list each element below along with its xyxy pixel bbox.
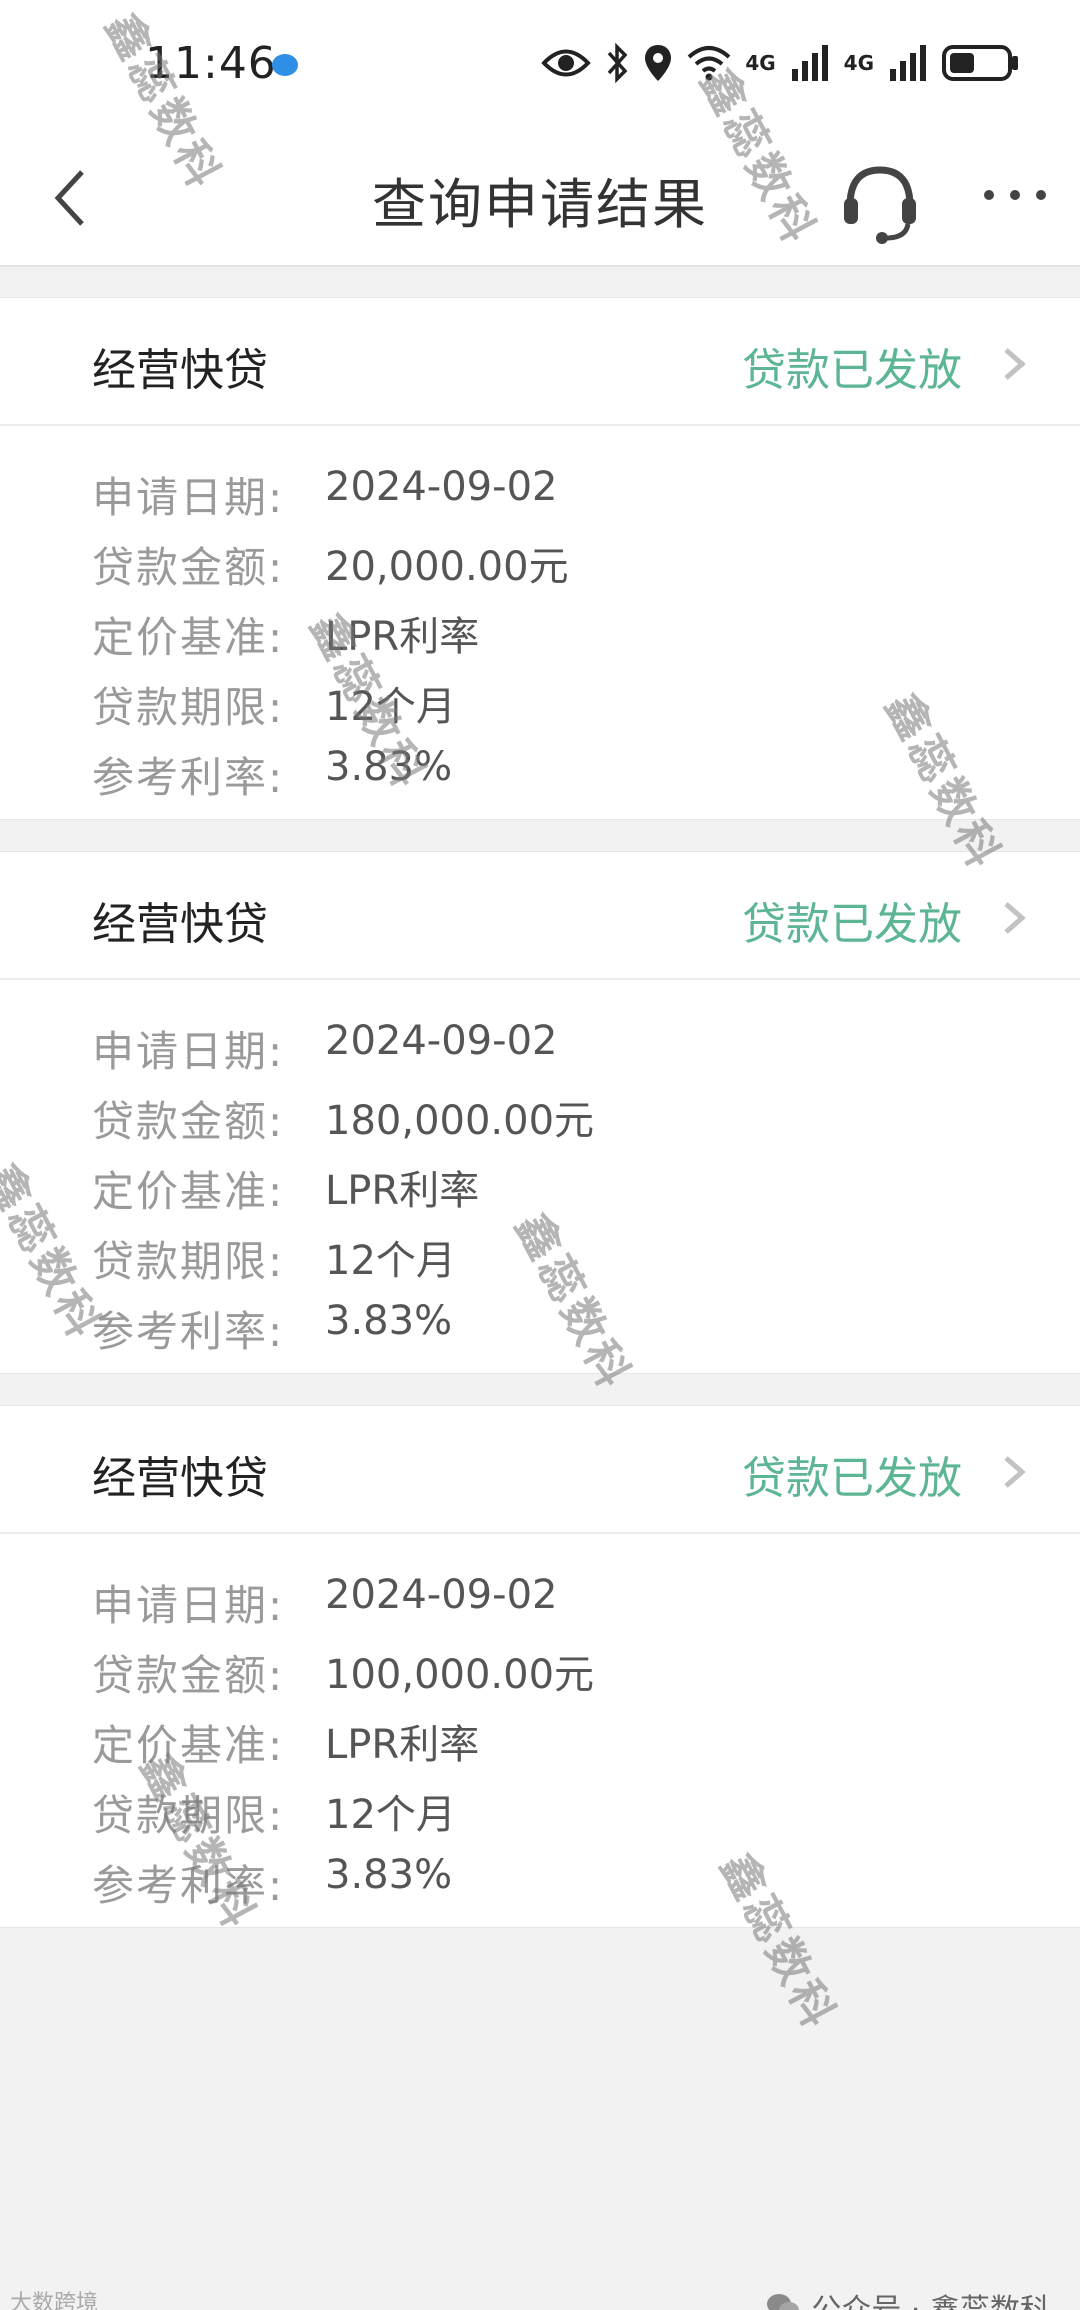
- detail-row-apply-date: 申请日期: 2024-09-02: [0, 1008, 1080, 1078]
- battery-icon: [942, 45, 1018, 81]
- detail-value: LPR利率: [325, 614, 480, 660]
- detail-value: 180,000.00元: [325, 1098, 595, 1144]
- detail-row-apply-date: 申请日期: 2024-09-02: [0, 454, 1080, 524]
- loan-status: 贷款已发放: [742, 345, 962, 396]
- detail-value: 3.83%: [325, 1298, 453, 1344]
- detail-value: 12个月: [325, 1792, 456, 1838]
- divider: [0, 265, 1080, 267]
- loan-card: 经营快贷 贷款已发放 申请日期: 2024-09-02 贷款金额: 180,00…: [0, 851, 1080, 1374]
- detail-row-amount: 贷款金额: 100,000.00元: [0, 1632, 1080, 1702]
- loan-card: 经营快贷 贷款已发放 申请日期: 2024-09-02 贷款金额: 20,000…: [0, 297, 1080, 820]
- detail-label: 贷款金额:: [92, 1097, 285, 1146]
- loan-card-header[interactable]: 经营快贷 贷款已发放: [0, 298, 1080, 426]
- status-bar: 11:46 4G 4G: [0, 0, 1080, 130]
- detail-value: 3.83%: [325, 744, 453, 790]
- detail-row-pricing: 定价基准: LPR利率: [0, 594, 1080, 664]
- detail-row-pricing: 定价基准: LPR利率: [0, 1148, 1080, 1218]
- detail-row-rate: 参考利率: 3.83%: [0, 1288, 1080, 1358]
- detail-row-rate: 参考利率: 3.83%: [0, 1842, 1080, 1912]
- detail-value: 12个月: [325, 1238, 456, 1284]
- bluetooth-icon: [608, 43, 628, 83]
- detail-row-rate: 参考利率: 3.83%: [0, 734, 1080, 804]
- nav-bar: 查询申请结果: [0, 130, 1080, 265]
- loan-product-name: 经营快贷: [92, 1453, 268, 1504]
- detail-row-pricing: 定价基准: LPR利率: [0, 1702, 1080, 1772]
- detail-label: 参考利率:: [92, 1307, 285, 1356]
- detail-label: 贷款期限:: [92, 1791, 285, 1840]
- customer-service-icon[interactable]: [840, 158, 920, 248]
- detail-value: 2024-09-02: [325, 1018, 558, 1064]
- message-notification-icon: [272, 54, 298, 76]
- detail-label: 申请日期:: [92, 1027, 285, 1076]
- detail-value: 2024-09-02: [325, 1572, 558, 1618]
- status-time: 11:46: [145, 38, 277, 89]
- wechat-icon: [767, 2294, 800, 2310]
- detail-label: 贷款金额:: [92, 1651, 285, 1700]
- detail-label: 贷款金额:: [92, 543, 285, 592]
- detail-value: 12个月: [325, 684, 456, 730]
- chevron-right-icon: [1004, 348, 1026, 380]
- detail-label: 申请日期:: [92, 1581, 285, 1630]
- loan-product-name: 经营快贷: [92, 345, 268, 396]
- detail-value: LPR利率: [325, 1168, 480, 1214]
- detail-row-amount: 贷款金额: 20,000.00元: [0, 524, 1080, 594]
- loan-card-header[interactable]: 经营快贷 贷款已发放: [0, 852, 1080, 980]
- detail-label: 定价基准:: [92, 613, 285, 662]
- loan-card: 经营快贷 贷款已发放 申请日期: 2024-09-02 贷款金额: 100,00…: [0, 1405, 1080, 1928]
- loan-status: 贷款已发放: [742, 1453, 962, 1504]
- loan-product-name: 经营快贷: [92, 899, 268, 950]
- signal-icon: [791, 45, 828, 81]
- detail-value: LPR利率: [325, 1722, 480, 1768]
- wifi-icon: [687, 46, 731, 81]
- footer-brand-text: 公众号 · 鑫蕊数科: [811, 2285, 1050, 2310]
- detail-value: 20,000.00元: [325, 544, 569, 590]
- chevron-right-icon: [1004, 902, 1026, 934]
- detail-label: 贷款期限:: [92, 683, 285, 732]
- eye-icon: [541, 49, 592, 77]
- detail-value: 3.83%: [325, 1852, 453, 1898]
- detail-row-term: 贷款期限: 12个月: [0, 1218, 1080, 1288]
- network-type-1: 4G: [745, 51, 776, 75]
- location-icon: [645, 45, 672, 81]
- detail-value: 2024-09-02: [325, 464, 558, 510]
- detail-row-apply-date: 申请日期: 2024-09-02: [0, 1562, 1080, 1632]
- more-icon[interactable]: [975, 170, 1055, 220]
- status-icons: 4G 4G: [541, 38, 1020, 88]
- detail-row-term: 贷款期限: 12个月: [0, 1772, 1080, 1842]
- detail-label: 定价基准:: [92, 1167, 285, 1216]
- loan-card-details: 申请日期: 2024-09-02 贷款金额: 20,000.00元 定价基准: …: [0, 426, 1080, 819]
- detail-label: 定价基准:: [92, 1721, 285, 1770]
- loan-card-details: 申请日期: 2024-09-02 贷款金额: 100,000.00元 定价基准:…: [0, 1534, 1080, 1927]
- footer-source-label: 大数跨境: [10, 2291, 99, 2310]
- detail-label: 申请日期:: [92, 473, 285, 522]
- detail-label: 贷款期限:: [92, 1237, 285, 1286]
- loan-card-details: 申请日期: 2024-09-02 贷款金额: 180,000.00元 定价基准:…: [0, 980, 1080, 1373]
- footer-brand: 公众号 · 鑫蕊数科: [765, 2285, 1050, 2310]
- loan-card-header[interactable]: 经营快贷 贷款已发放: [0, 1406, 1080, 1534]
- detail-label: 参考利率:: [92, 1861, 285, 1910]
- signal-icon-2: [890, 45, 926, 81]
- detail-row-amount: 贷款金额: 180,000.00元: [0, 1078, 1080, 1148]
- chevron-right-icon: [1004, 1456, 1026, 1488]
- detail-row-term: 贷款期限: 12个月: [0, 664, 1080, 734]
- loan-status: 贷款已发放: [742, 899, 962, 950]
- network-type-2: 4G: [843, 51, 874, 75]
- detail-label: 参考利率:: [92, 753, 285, 802]
- detail-value: 100,000.00元: [325, 1652, 595, 1698]
